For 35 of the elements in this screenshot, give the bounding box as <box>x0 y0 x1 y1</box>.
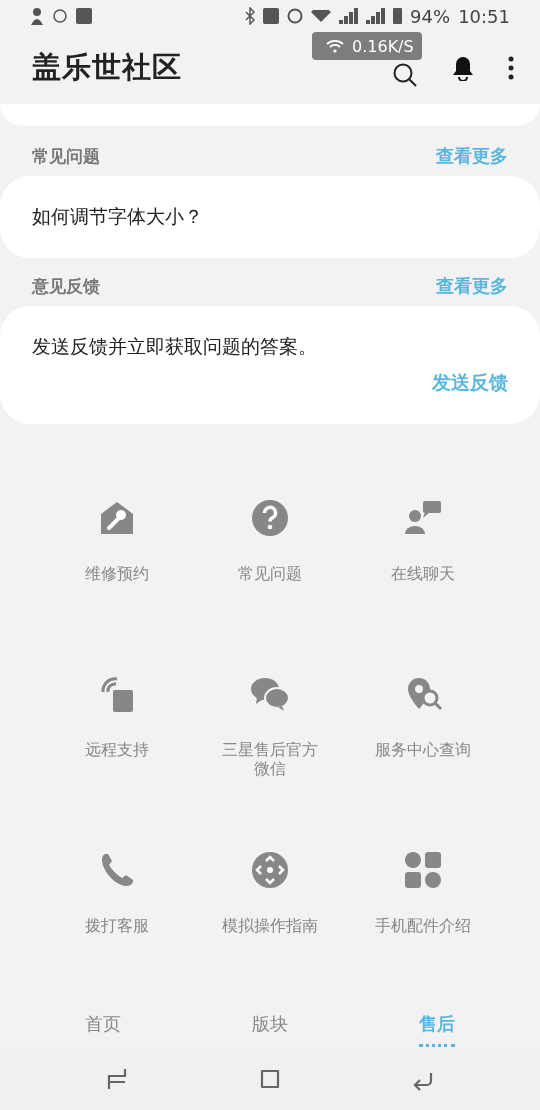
battery-percent: 94% <box>410 5 451 27</box>
service-item[interactable]: 三星售后官方微信 <box>193 674 347 850</box>
apps-icon <box>403 850 444 890</box>
service-item[interactable]: 在线聊天 <box>346 498 500 674</box>
info-card[interactable]: 如何调节字体大小？ <box>0 176 540 258</box>
more-icon <box>508 56 514 80</box>
section-title: 常见问题 <box>32 144 100 168</box>
signal-icon <box>339 8 359 24</box>
bluetooth-icon <box>245 7 256 25</box>
question-icon <box>250 498 290 538</box>
service-item[interactable]: 远程支持 <box>40 674 194 850</box>
battery-icon <box>393 8 403 24</box>
nav-tab[interactable]: 首页 <box>85 1004 122 1047</box>
arrows-circle-icon <box>250 850 290 890</box>
service-item[interactable]: 服务中心查询 <box>346 674 500 850</box>
wifi-icon <box>311 10 332 22</box>
signal-icon <box>366 8 386 24</box>
bell-icon <box>452 55 474 81</box>
info-card[interactable]: 发送反馈并立即获取问题的答案。 发送反馈 <box>0 306 540 424</box>
home-icon[interactable] <box>258 1067 282 1091</box>
nav-tab[interactable]: 版块 <box>252 1004 288 1047</box>
section-title: 意见反馈 <box>32 274 100 298</box>
figure-icon <box>30 7 44 25</box>
service-item[interactable]: 常见问题 <box>193 498 347 674</box>
clock-time: 10:51 <box>458 5 510 27</box>
card-text: 发送反馈并立即获取问题的答案。 <box>32 334 318 359</box>
app-title: 盖乐世社区 <box>32 49 183 86</box>
see-more-link[interactable]: 查看更多 <box>436 274 508 298</box>
speed-text: 0.16K/S <box>352 36 414 56</box>
card-text: 如何调节字体大小？ <box>32 204 204 229</box>
send-feedback-link[interactable]: 发送反馈 <box>432 370 508 396</box>
see-more-link[interactable]: 查看更多 <box>436 144 508 168</box>
search-icon <box>392 62 418 88</box>
service-item[interactable]: 维修预约 <box>40 498 194 674</box>
wifi-icon <box>326 39 344 53</box>
